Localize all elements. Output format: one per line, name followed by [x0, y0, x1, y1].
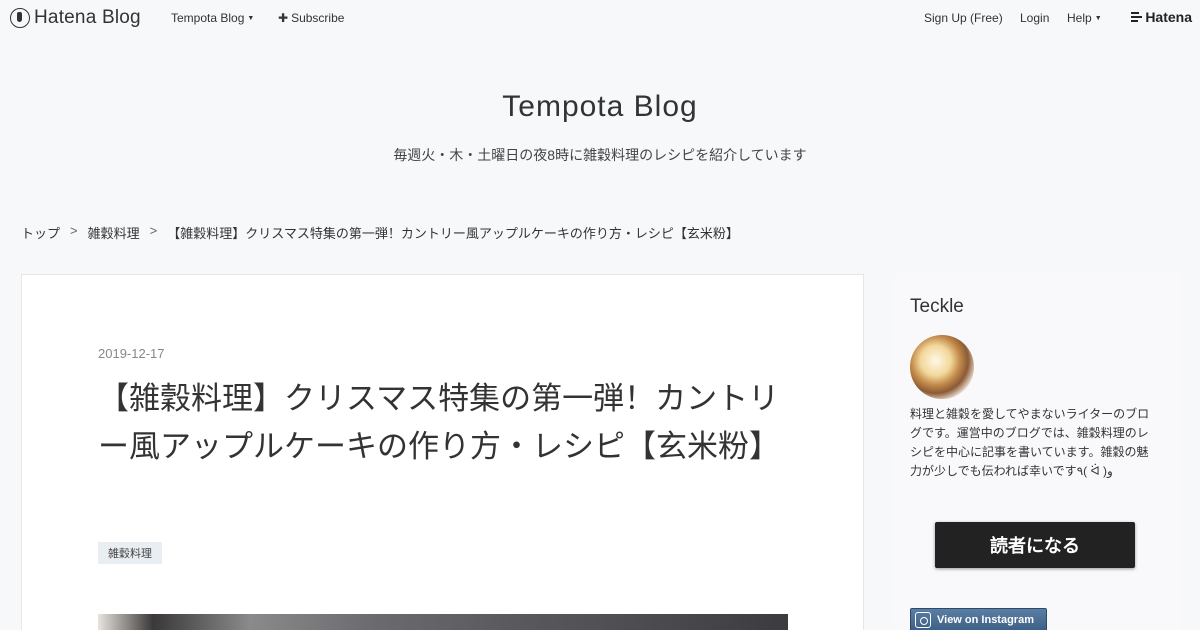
- signup-link[interactable]: Sign Up (Free): [924, 11, 1003, 25]
- breadcrumb-separator: >: [149, 223, 158, 238]
- help-label: Help: [1067, 11, 1092, 25]
- logo-text: Hatena Blog: [34, 7, 141, 28]
- author-name[interactable]: Teckle: [910, 296, 964, 318]
- breadcrumb-item-category[interactable]: 雑穀料理: [88, 223, 140, 242]
- blog-menu[interactable]: Tempota Blog ▼: [171, 11, 254, 25]
- post-hero-image: [98, 614, 788, 630]
- subscribe-label: Subscribe: [291, 11, 345, 25]
- breadcrumb-item-current[interactable]: 【雑穀料理】クリスマス特集の第一弾！カントリー風アップルケーキの作り方・レシピ【…: [167, 223, 739, 242]
- hatena-blog-logo[interactable]: Hatena Blog: [10, 7, 141, 29]
- login-label: Login: [1020, 11, 1050, 25]
- caret-down-icon: ▼: [1094, 14, 1102, 22]
- subscribe-button[interactable]: ✚ Subscribe: [278, 11, 344, 25]
- signup-label: Sign Up (Free): [924, 11, 1003, 25]
- instagram-icon: [915, 612, 931, 628]
- post-title[interactable]: 【雑穀料理】クリスマス特集の第一弾！カントリー風アップルケーキの作り方・レシピ【…: [98, 375, 798, 471]
- avatar[interactable]: [910, 335, 974, 399]
- hatena-mark-icon: [1131, 12, 1143, 22]
- blog-title[interactable]: Tempota Blog: [0, 90, 1200, 124]
- blog-description: 毎週火・木・土曜日の夜8時に雑穀料理のレシピを紹介しています: [393, 147, 807, 163]
- follow-button[interactable]: 読者になる: [935, 522, 1135, 568]
- instagram-button[interactable]: View on Instagram: [910, 608, 1047, 630]
- breadcrumb-separator: >: [70, 223, 78, 238]
- author-bio: 料理と雑穀を愛してやまないライターのブログです。運営中のブログでは、雑穀料理のレ…: [910, 407, 1150, 478]
- instagram-label: View on Instagram: [937, 614, 1034, 626]
- caret-down-icon: ▼: [247, 14, 255, 22]
- plus-icon: ✚: [278, 11, 289, 25]
- sidebar-profile: Teckle 料理と雑穀を愛してやまないライターのブログです。運営中のブログでは…: [893, 274, 1181, 630]
- help-menu[interactable]: Help ▼: [1067, 11, 1102, 25]
- hatena-blog-logo-icon: [10, 8, 30, 28]
- hatena-logo-text: Hatena: [1145, 9, 1192, 25]
- post-date[interactable]: 2019-12-17: [98, 346, 165, 361]
- breadcrumb: トップ > 雑穀料理 > 【雑穀料理】クリスマス特集の第一弾！カントリー風アップ…: [21, 223, 739, 242]
- login-link[interactable]: Login: [1020, 11, 1049, 25]
- article-card: 2019-12-17 【雑穀料理】クリスマス特集の第一弾！カントリー風アップルケ…: [21, 274, 864, 630]
- breadcrumb-item-top[interactable]: トップ: [21, 223, 60, 242]
- hatena-logo[interactable]: Hatena: [1131, 9, 1192, 25]
- category-tag[interactable]: 雑穀料理: [98, 542, 162, 564]
- blog-menu-label: Tempota Blog: [171, 11, 245, 25]
- global-header: Hatena Blog Tempota Blog ▼ ✚ Subscribe S…: [0, 0, 1200, 36]
